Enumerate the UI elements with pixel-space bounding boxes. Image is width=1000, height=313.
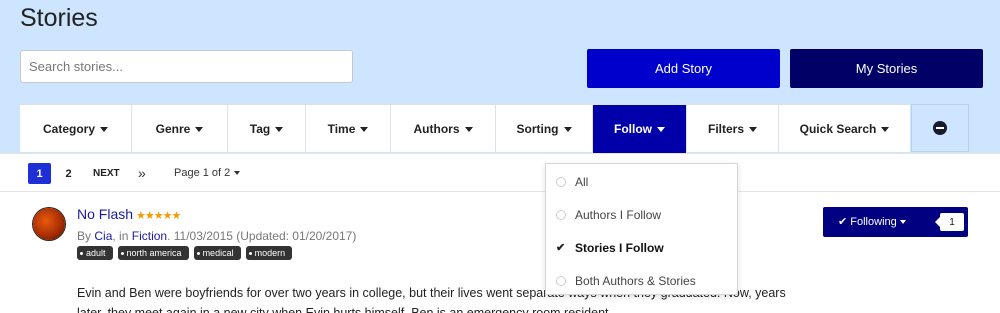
filter-label: Quick Search	[799, 122, 877, 136]
follow-option-all[interactable]: All	[546, 165, 737, 198]
caret-down-icon	[360, 126, 369, 132]
filter-label: Time	[327, 122, 356, 136]
filter-quick-search[interactable]: Quick Search	[779, 105, 910, 153]
page-info: Page 1 of 2	[174, 167, 231, 179]
following-label: Following	[850, 216, 897, 228]
caret-down-icon	[464, 126, 473, 132]
caret-down-icon	[899, 220, 906, 225]
last-page-icon[interactable]: »	[138, 165, 146, 181]
add-story-button[interactable]: Add Story	[587, 49, 780, 88]
filter-label: Tag	[249, 122, 271, 136]
category-link[interactable]: Fiction	[132, 229, 167, 243]
tag[interactable]: modern	[245, 246, 293, 260]
follow-dropdown: All Authors I Follow ✔ Stories I Follow B…	[545, 163, 738, 295]
story-item: No Flash ★★★★★ By Cia, in Fiction. 11/03/…	[0, 192, 1000, 313]
page-title: Stories	[20, 4, 98, 32]
filter-label: Follow	[614, 122, 652, 136]
in-separator: , in	[112, 229, 129, 243]
follow-option-stories[interactable]: ✔ Stories I Follow	[546, 231, 737, 264]
radio-icon	[556, 176, 566, 187]
story-title-row: No Flash ★★★★★	[77, 206, 181, 222]
story-title-link[interactable]: No Flash	[77, 206, 133, 222]
filter-sorting[interactable]: Sorting	[496, 105, 593, 153]
caret-down-icon	[275, 126, 284, 132]
follow-option-both[interactable]: Both Authors & Stories	[546, 264, 737, 297]
page-select[interactable]: Page 1 of 2	[174, 167, 241, 179]
caret-down-icon	[563, 126, 572, 132]
option-label: Both Authors & Stories	[575, 273, 696, 288]
story-dates: . 11/03/2015 (Updated: 01/20/2017)	[167, 229, 357, 243]
search-input[interactable]	[20, 50, 353, 83]
filter-label: Authors	[413, 122, 460, 136]
filter-authors[interactable]: Authors	[391, 105, 496, 153]
caret-down-icon	[749, 126, 757, 132]
follow-option-authors[interactable]: Authors I Follow	[546, 198, 737, 231]
filter-bar: Category Genre Tag Time Authors Sorting …	[20, 104, 910, 160]
minus-circle-icon	[933, 121, 947, 135]
radio-icon	[556, 209, 566, 220]
filter-time[interactable]: Time	[306, 105, 391, 153]
my-stories-button[interactable]: My Stories	[790, 49, 983, 88]
caret-down-icon	[881, 126, 890, 132]
filter-label: Category	[42, 122, 95, 136]
radio-icon	[556, 275, 566, 286]
tag[interactable]: medical	[193, 246, 241, 260]
following-button[interactable]: ✔ Following 1	[823, 207, 968, 237]
filter-follow[interactable]: Follow	[593, 105, 687, 160]
filter-tag[interactable]: Tag	[228, 105, 306, 153]
follow-count: 1	[935, 213, 964, 231]
option-label: Stories I Follow	[575, 240, 664, 255]
filter-label: Genre	[155, 122, 191, 136]
caret-down-icon	[657, 126, 665, 132]
avatar[interactable]	[33, 208, 65, 240]
tag[interactable]: north america	[117, 246, 189, 260]
page-2-button[interactable]: 2	[57, 163, 80, 184]
filter-genre[interactable]: Genre	[132, 105, 228, 153]
pagination: 1 2 NEXT » Page 1 of 2	[0, 153, 1000, 192]
filter-label: Filters	[707, 122, 744, 136]
filter-filters[interactable]: Filters	[687, 105, 779, 153]
collapse-filters-button[interactable]	[911, 104, 969, 152]
caret-down-icon	[100, 126, 108, 132]
author-link[interactable]: Cia	[94, 229, 112, 243]
check-icon: ✔	[556, 241, 566, 254]
check-icon: ✔	[838, 216, 848, 228]
page-1-button[interactable]: 1	[28, 163, 51, 184]
filter-label: Sorting	[516, 122, 559, 136]
caret-down-icon	[234, 171, 241, 176]
rating-stars: ★★★★★	[136, 210, 181, 222]
next-page-link[interactable]: NEXT	[93, 168, 120, 179]
option-label: All	[575, 174, 589, 189]
by-prefix: By	[77, 229, 92, 243]
option-label: Authors I Follow	[575, 207, 662, 222]
caret-down-icon	[195, 126, 204, 132]
filter-category[interactable]: Category	[20, 105, 132, 153]
tag[interactable]: adult	[77, 246, 113, 260]
tag-list: adult north america medical modern	[77, 246, 293, 260]
story-byline: By Cia, in Fiction. 11/03/2015 (Updated:…	[77, 229, 356, 243]
